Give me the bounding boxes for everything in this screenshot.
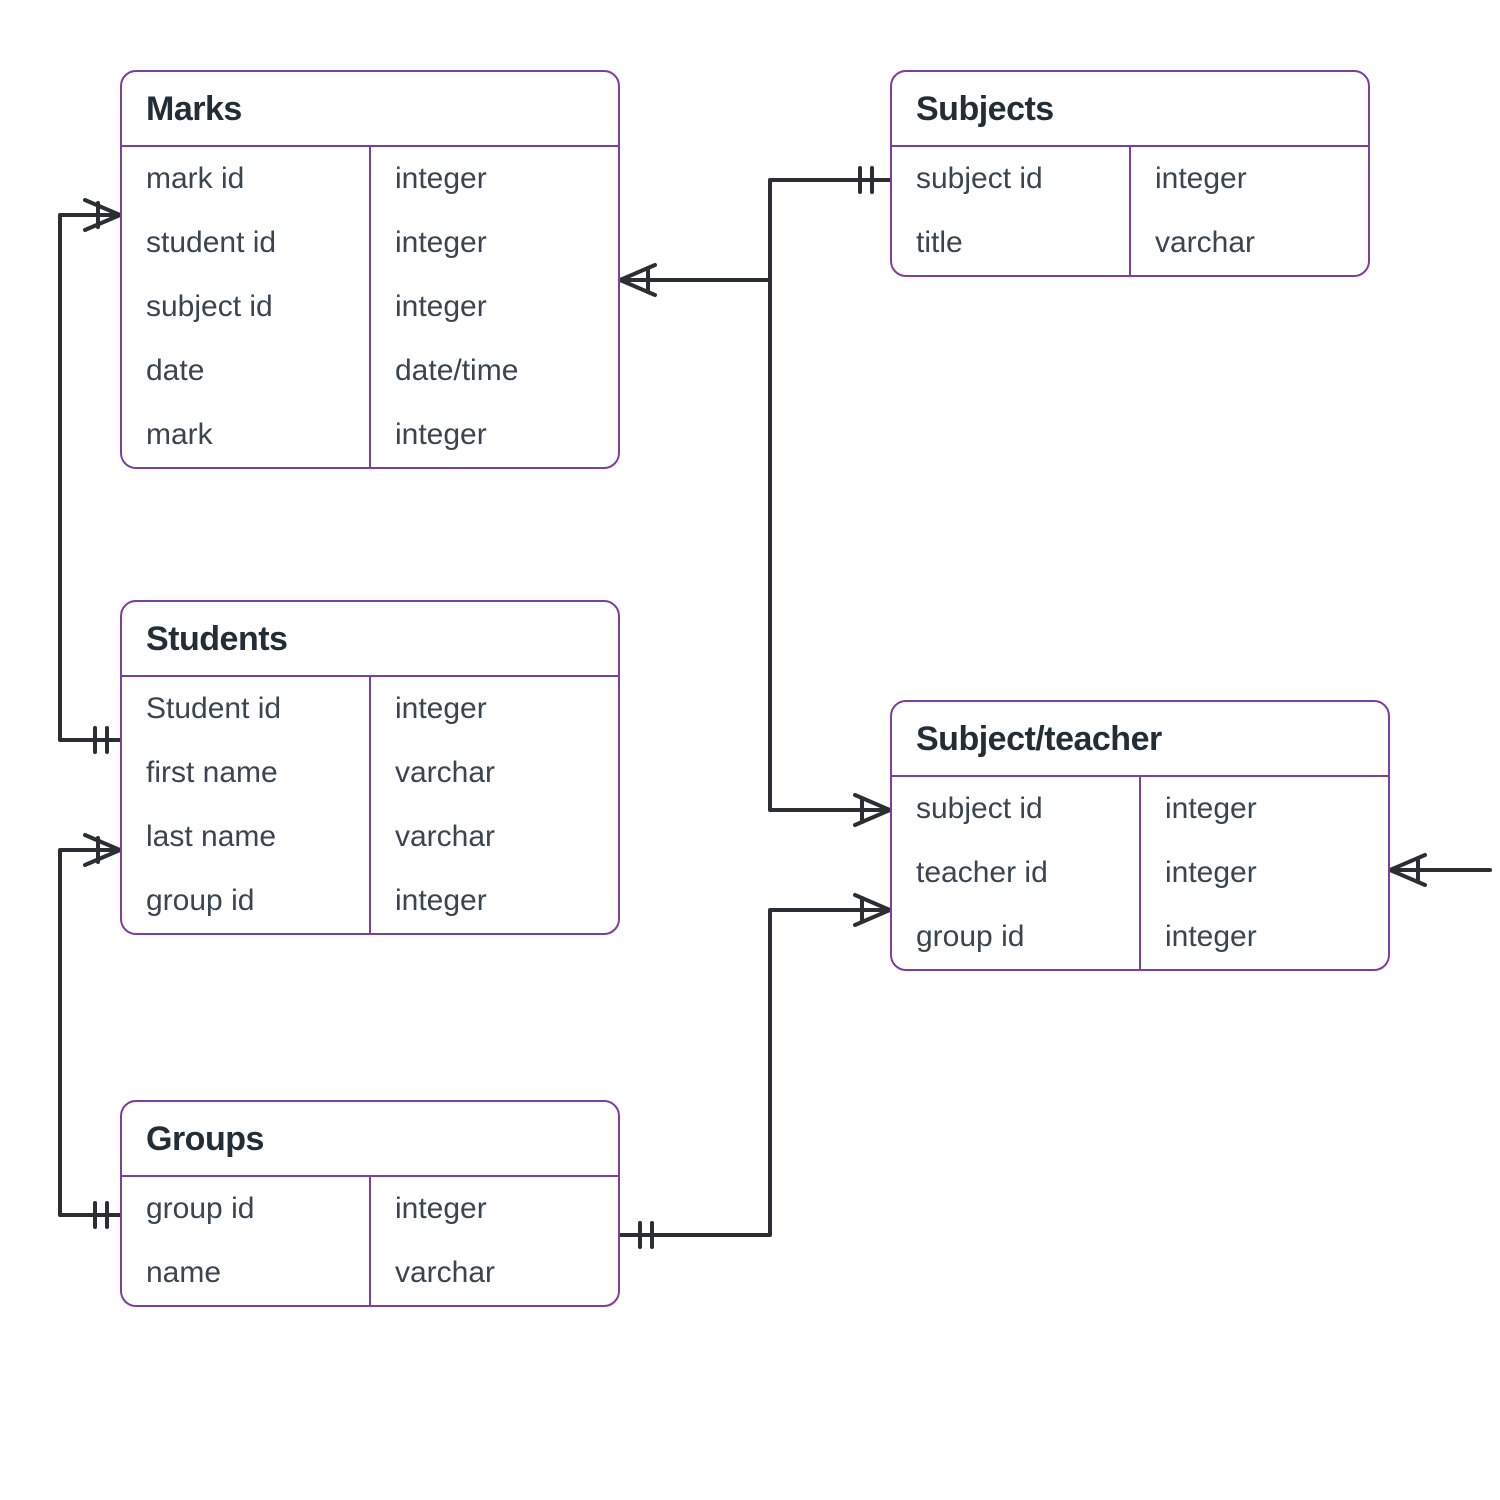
fields-names-col: Student id first name last name group id <box>122 677 371 933</box>
field-type: integer <box>1141 841 1388 905</box>
entity-title: Marks <box>122 72 618 147</box>
field-name: name <box>122 1241 369 1305</box>
fields-names-col: group id name <box>122 1177 371 1305</box>
crowfoot-icon <box>1390 855 1425 885</box>
crowfoot-icon <box>855 795 890 825</box>
field-name: group id <box>122 869 369 933</box>
crowfoot-icon <box>85 200 120 230</box>
fields-types-col: integer integer integer <box>1141 777 1388 969</box>
entity-title: Groups <box>122 1102 618 1177</box>
field-type: date/time <box>371 339 618 403</box>
entity-title: Subject/teacher <box>892 702 1388 777</box>
entity-body: mark id student id subject id date mark … <box>122 147 618 467</box>
field-name: group id <box>122 1177 369 1241</box>
entity-groups: Groups group id name integer varchar <box>120 1100 620 1307</box>
entity-subjects: Subjects subject id title integer varcha… <box>890 70 1370 277</box>
fields-types-col: integer varchar <box>1131 147 1368 275</box>
one-bar-icon <box>95 1203 107 1227</box>
field-name: first name <box>122 741 369 805</box>
field-name: title <box>892 211 1129 275</box>
entity-body: subject id title integer varchar <box>892 147 1368 275</box>
field-name: Student id <box>122 677 369 741</box>
field-name: date <box>122 339 369 403</box>
rel-students-groups <box>60 850 120 1215</box>
field-type: varchar <box>1131 211 1368 275</box>
entity-body: subject id teacher id group id integer i… <box>892 777 1388 969</box>
field-type: varchar <box>371 741 618 805</box>
entity-body: Student id first name last name group id… <box>122 677 618 933</box>
entity-marks: Marks mark id student id subject id date… <box>120 70 620 469</box>
entity-subject-teacher: Subject/teacher subject id teacher id gr… <box>890 700 1390 971</box>
field-type: varchar <box>371 1241 618 1305</box>
rel-groups-subjectteacher <box>620 910 890 1235</box>
field-name: mark <box>122 403 369 467</box>
field-type: integer <box>371 403 618 467</box>
fields-names-col: subject id title <box>892 147 1131 275</box>
field-type: integer <box>1141 905 1388 969</box>
one-bar-icon <box>95 728 107 752</box>
crowfoot-icon <box>85 835 120 865</box>
field-name: subject id <box>892 777 1139 841</box>
field-name: last name <box>122 805 369 869</box>
rel-marks-students <box>60 215 120 740</box>
field-type: integer <box>371 869 618 933</box>
field-type: integer <box>1131 147 1368 211</box>
entity-body: group id name integer varchar <box>122 1177 618 1305</box>
crowfoot-icon <box>620 265 655 295</box>
crowfoot-icon <box>855 895 890 925</box>
fields-types-col: integer integer integer date/time intege… <box>371 147 618 467</box>
field-type: integer <box>371 677 618 741</box>
er-diagram-canvas: Marks mark id student id subject id date… <box>0 0 1500 1500</box>
field-name: subject id <box>122 275 369 339</box>
field-name: student id <box>122 211 369 275</box>
field-type: integer <box>371 275 618 339</box>
field-type: varchar <box>371 805 618 869</box>
entity-title: Subjects <box>892 72 1368 147</box>
one-bar-icon <box>860 168 872 192</box>
entity-title: Students <box>122 602 618 677</box>
field-type: integer <box>371 1177 618 1241</box>
field-name: subject id <box>892 147 1129 211</box>
field-type: integer <box>371 147 618 211</box>
rel-marks-subjects <box>620 180 890 280</box>
entity-students: Students Student id first name last name… <box>120 600 620 935</box>
one-bar-icon <box>640 1223 652 1247</box>
fields-types-col: integer varchar varchar integer <box>371 677 618 933</box>
rel-subjects-subjectteacher <box>770 280 890 810</box>
fields-names-col: mark id student id subject id date mark <box>122 147 371 467</box>
fields-types-col: integer varchar <box>371 1177 618 1305</box>
field-type: integer <box>1141 777 1388 841</box>
field-name: group id <box>892 905 1139 969</box>
fields-names-col: subject id teacher id group id <box>892 777 1141 969</box>
field-type: integer <box>371 211 618 275</box>
field-name: mark id <box>122 147 369 211</box>
field-name: teacher id <box>892 841 1139 905</box>
